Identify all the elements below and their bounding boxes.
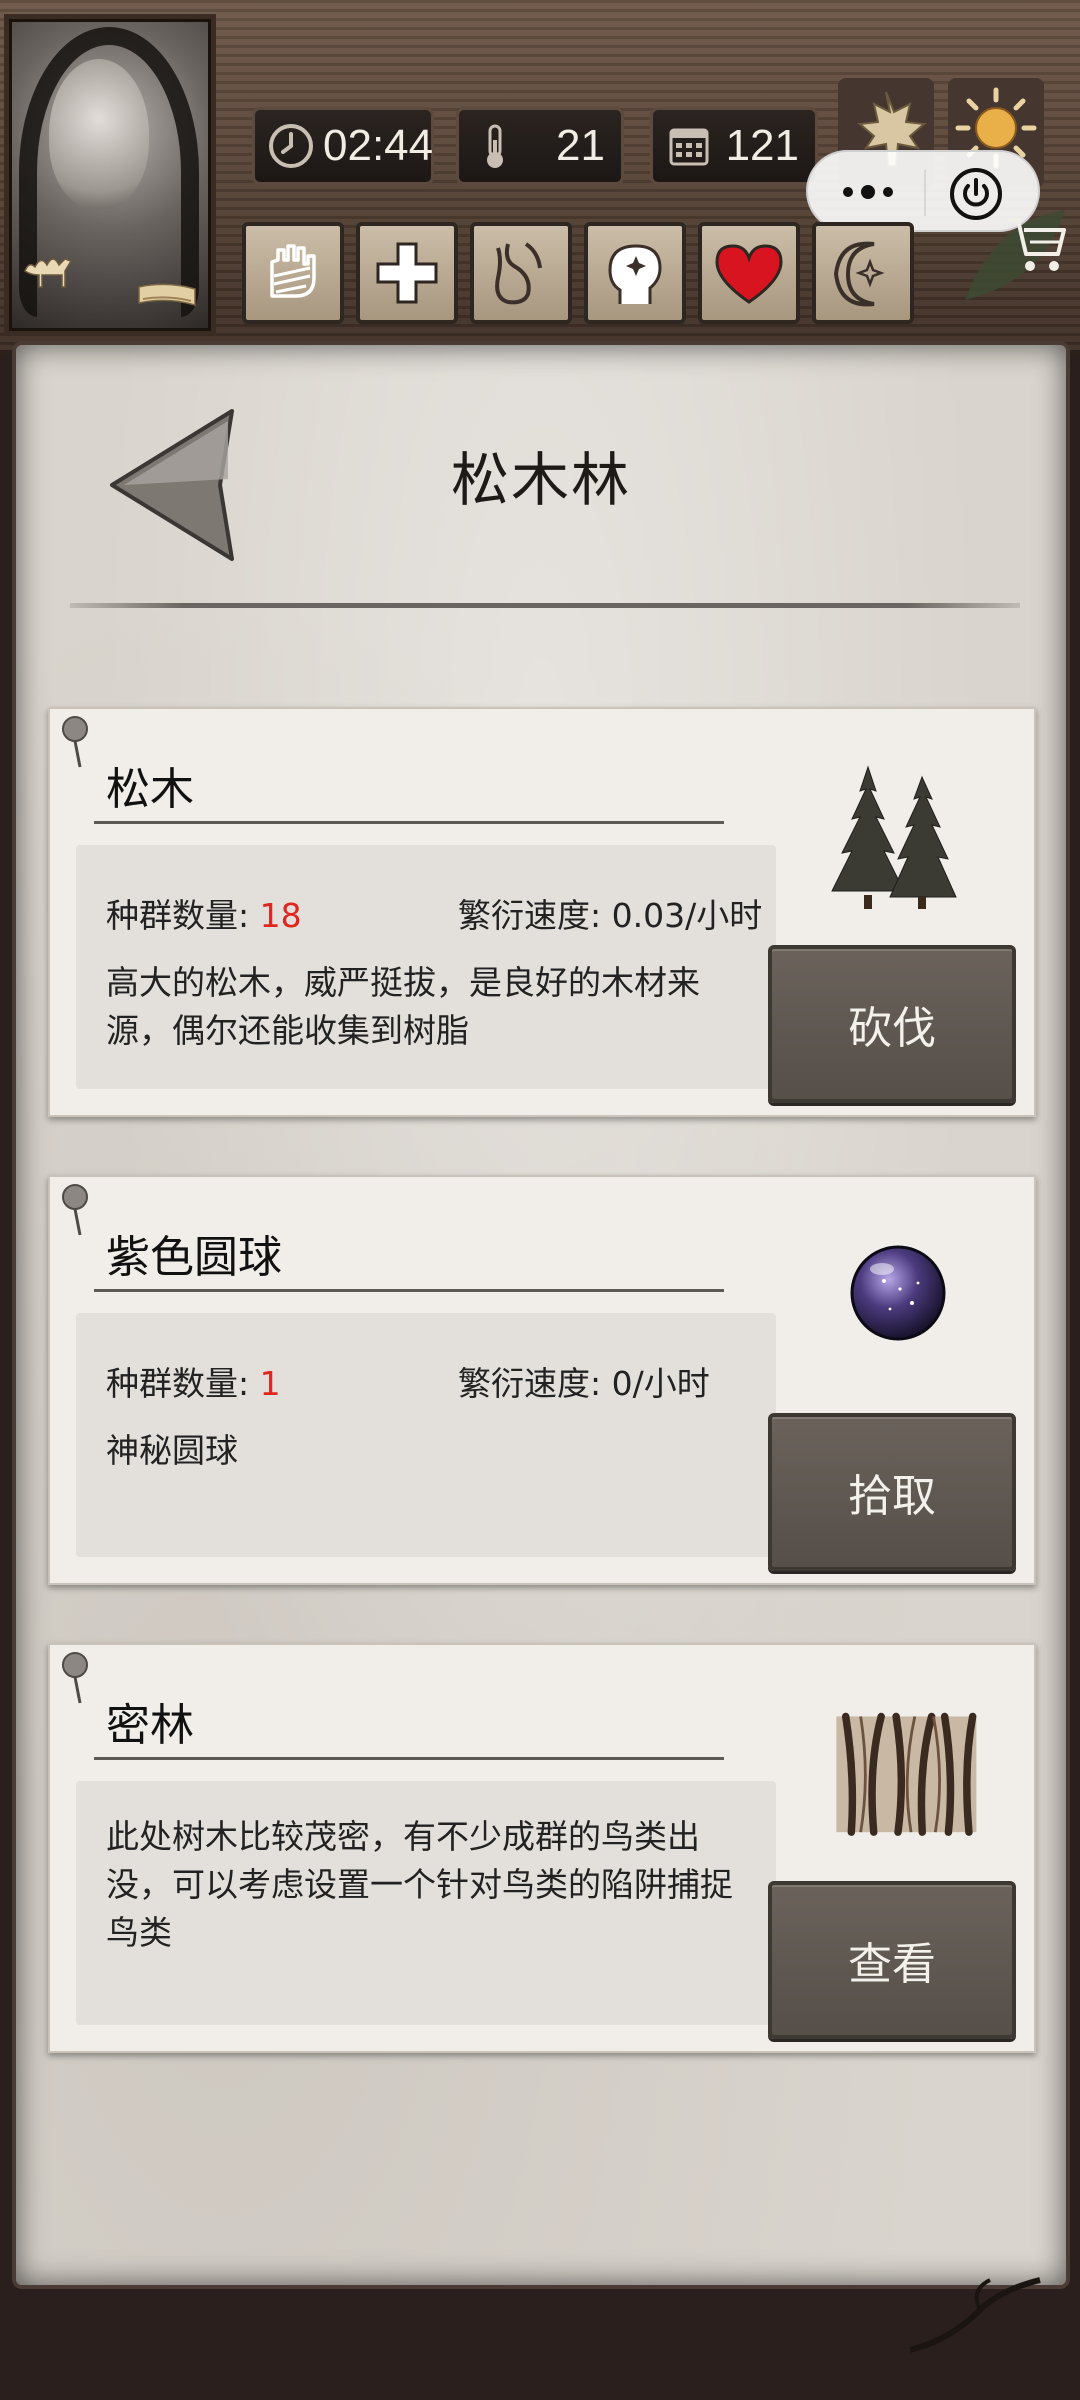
- status-button-sleep[interactable]: [812, 222, 914, 324]
- top-status-bar: 02:44 21 121: [0, 0, 1080, 356]
- bandaged-hand-icon: [270, 244, 316, 298]
- pine-tree-icon: [831, 765, 957, 909]
- name-underline: [94, 1289, 724, 1292]
- camel-icon: [24, 258, 73, 288]
- character-portrait[interactable]: [4, 14, 216, 336]
- clock-icon: [269, 124, 313, 168]
- resource-name: 松木: [106, 764, 194, 815]
- status-button-heart[interactable]: [698, 222, 800, 324]
- pick-up-button[interactable]: 拾取: [768, 1413, 1016, 1571]
- growth-rate: 繁衍速度: 0.03/小时: [458, 896, 763, 935]
- population-stat: 种群数量: 1: [106, 1357, 281, 1405]
- dense-forest-icon: [836, 1712, 977, 1836]
- page-title: 松木林: [450, 446, 631, 514]
- name-underline: [94, 821, 724, 824]
- purple-orb-icon: [850, 1245, 946, 1341]
- resource-name: 密林: [106, 1700, 194, 1751]
- status-button-mind[interactable]: [584, 222, 686, 324]
- pin-icon: [62, 1184, 88, 1236]
- heart-icon: [715, 244, 783, 304]
- vine-decoration: [909, 2277, 1041, 2353]
- name-underline: [94, 1757, 724, 1760]
- status-button-hunger[interactable]: [470, 222, 572, 324]
- day-display: 121: [650, 107, 818, 185]
- resource-description: 神秘圆球: [106, 1431, 238, 1470]
- pin-icon: [62, 1652, 88, 1704]
- population-value: 18: [259, 896, 302, 935]
- resource-card-orb: 紫色圆球 种群数量: 1 繁衍速度: 0/小时 神秘圆球 拾取: [48, 1175, 1036, 1585]
- temperature-value: 21: [556, 121, 605, 170]
- population-stat: 种群数量: 18: [106, 889, 302, 937]
- title-divider: [70, 603, 1020, 608]
- medical-cross-icon: [376, 242, 438, 304]
- calendar-icon: [669, 128, 709, 166]
- resource-description: 高大的松木，威严挺拔，是良好的木材来源，偶尔还能收集到树脂: [106, 963, 700, 1050]
- pin-icon: [62, 716, 88, 768]
- population-value: 1: [259, 1364, 281, 1403]
- resource-card-pine: 松木 种群数量: 18 繁衍速度: 0.03/小时 高大的松木，威严挺拔，是良好…: [48, 707, 1036, 1117]
- status-button-health[interactable]: [356, 222, 458, 324]
- more-icon[interactable]: [830, 172, 906, 212]
- population-label: 种群数量:: [106, 896, 260, 935]
- head-sparkle-icon: [608, 244, 662, 304]
- chop-button[interactable]: 砍伐: [768, 945, 1016, 1103]
- view-button[interactable]: 查看: [768, 1881, 1016, 2039]
- thermometer-icon: [487, 124, 503, 168]
- shopping-cart-icon[interactable]: [1004, 210, 1070, 280]
- location-panel: 松木林 松木 种群数量: 18 繁衍速度: 0.03/小时 高大的松木，威严挺拔…: [16, 345, 1066, 2285]
- day-value: 121: [725, 121, 799, 170]
- scroll-icon: [138, 283, 196, 306]
- population-label: 种群数量:: [106, 1364, 260, 1403]
- time-display: 02:44: [252, 107, 434, 185]
- growth-rate: 繁衍速度: 0/小时: [458, 1364, 710, 1403]
- resource-card-forest: 密林 此处树木比较茂密，有不少成群的鸟类出没，可以考虑设置一个针对鸟类的陷阱捕捉…: [48, 1643, 1036, 2053]
- time-value: 02:44: [323, 121, 434, 170]
- moon-star-icon: [833, 241, 885, 307]
- capsule-divider: [924, 170, 926, 216]
- resource-description: 此处树木比较茂密，有不少成群的鸟类出没，可以考虑设置一个针对鸟类的陷阱捕捉鸟类: [106, 1817, 733, 1952]
- temperature-display: 21: [456, 107, 624, 185]
- status-button-injury[interactable]: [242, 222, 344, 324]
- stomach-icon: [495, 242, 542, 305]
- resource-name: 紫色圆球: [106, 1232, 282, 1283]
